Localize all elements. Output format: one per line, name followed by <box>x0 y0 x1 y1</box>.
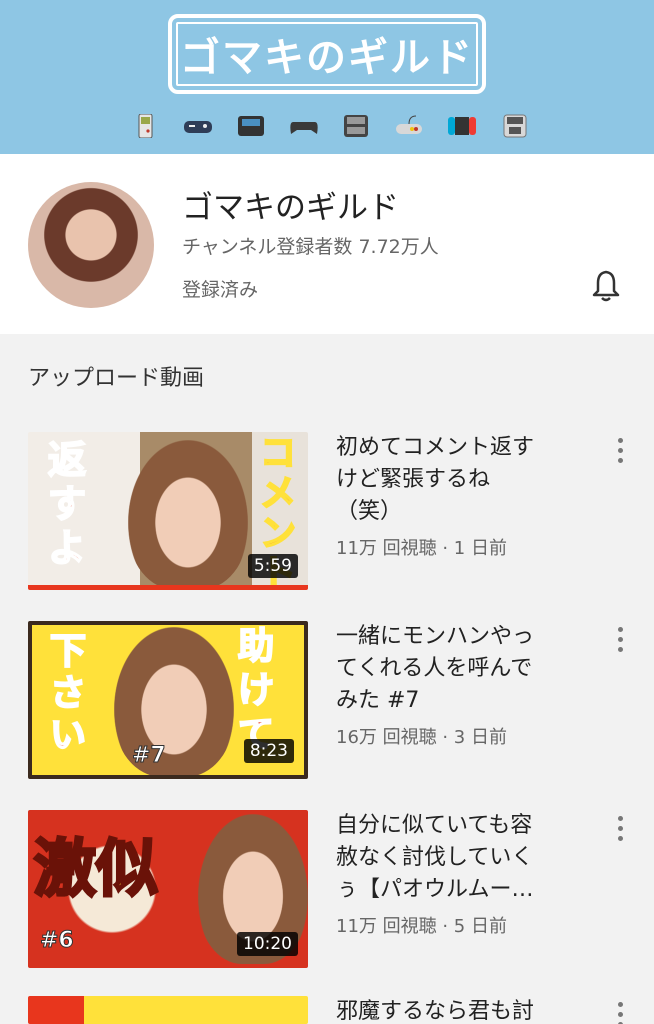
video-meta: 16万 回視聴 · 3 日前 <box>336 727 507 748</box>
subscribed-button[interactable]: 登録済み <box>182 275 258 302</box>
controller-icon <box>183 121 212 133</box>
more-options-icon[interactable] <box>610 814 630 844</box>
thumbnail-caption-right: 助けて <box>237 625 275 756</box>
thumbnail-accent-bar <box>28 585 308 590</box>
video-duration: 8:23 <box>243 739 294 763</box>
more-options-icon[interactable] <box>610 1000 630 1024</box>
video-title-line: 邪魔するなら君も討 <box>336 999 535 1024</box>
channel-name: ゴマキのギルド <box>182 190 399 226</box>
video-title-line: けど緊張するね <box>336 467 491 492</box>
channel-avatar[interactable] <box>28 182 154 308</box>
thumbnail-caption-left: 下さい <box>49 630 87 757</box>
switch-icon <box>448 117 477 135</box>
video-title-line: ぅ【パオウルムー… <box>336 877 534 902</box>
video-duration: 10:20 <box>237 932 298 956</box>
video-item[interactable]: 邪魔するなら君も討 <box>0 996 654 1024</box>
video-item[interactable]: 下さい 助けて #7 8:23 一緒にモンハンやっ てくれる人を呼んで みた #… <box>0 621 654 791</box>
thumbnail-caption-left: 激似 <box>32 832 159 905</box>
video-meta: 11万 回視聴 · 1 日前 <box>336 538 507 559</box>
video-thumbnail[interactable]: 下さい 助けて #7 8:23 <box>28 621 308 779</box>
video-item[interactable]: 激似 #6 10:20 自分に似ていても容 赦なく討伐していく ぅ【パオウルムー… <box>0 810 654 980</box>
thumbnail-caption-left: 返すよ <box>47 437 87 571</box>
subscriber-count: チャンネル登録者数 7.72万人 <box>182 236 439 258</box>
video-title-line: てくれる人を呼んで <box>336 656 533 681</box>
uploads-section-title: アップロード動画 <box>28 366 205 391</box>
video-title[interactable]: 邪魔するなら君も討 <box>336 996 592 1024</box>
thumbnail-episode-tag: #7 <box>132 743 167 769</box>
video-duration: 5:59 <box>247 554 298 578</box>
video-title-line: 赦なく討伐していく <box>336 845 534 870</box>
video-item[interactable]: 返すよ コメント 5:59 初めてコメント返す けど緊張するね （笑） 11万 … <box>0 432 654 602</box>
notification-bell-icon[interactable] <box>588 268 624 304</box>
ds-icon <box>344 115 369 137</box>
thumbnail-episode-tag: #6 <box>40 928 75 954</box>
video-thumbnail[interactable]: 返すよ コメント 5:59 <box>28 432 308 590</box>
more-options-icon[interactable] <box>610 625 630 655</box>
logo-text: ゴマキのギルド <box>180 35 474 81</box>
3ds-icon <box>503 114 527 138</box>
channel-logo: ゴマキのギルド <box>168 14 486 94</box>
video-title-line: （笑） <box>336 499 403 524</box>
video-title[interactable]: 自分に似ていても容 赦なく討伐していく ぅ【パオウルムー… <box>336 810 592 906</box>
video-title-line: みた #7 <box>336 688 420 713</box>
video-title[interactable]: 初めてコメント返す けど緊張するね （笑） <box>336 432 592 528</box>
channel-header: ゴマキのギルド チャンネル登録者数 7.72万人 登録済み <box>0 154 654 334</box>
handheld-icon <box>237 116 264 136</box>
gameboy-icon <box>138 114 153 138</box>
console-icons-row <box>130 110 530 142</box>
more-options-icon[interactable] <box>610 436 630 466</box>
video-title-line: 自分に似ていても容 <box>336 813 533 838</box>
channel-banner: ゴマキのギルド <box>0 0 654 154</box>
video-title-line: 一緒にモンハンやっ <box>336 624 535 649</box>
person-image <box>128 440 248 590</box>
video-thumbnail[interactable]: 激似 #6 10:20 <box>28 810 308 968</box>
video-title[interactable]: 一緒にモンハンやっ てくれる人を呼んで みた #7 <box>336 621 592 717</box>
video-meta: 11万 回視聴 · 5 日前 <box>336 916 507 937</box>
video-thumbnail[interactable] <box>28 996 308 1024</box>
video-title-line: 初めてコメント返す <box>336 435 535 460</box>
gamepad-icon <box>289 122 318 134</box>
joypad-icon <box>396 115 423 134</box>
